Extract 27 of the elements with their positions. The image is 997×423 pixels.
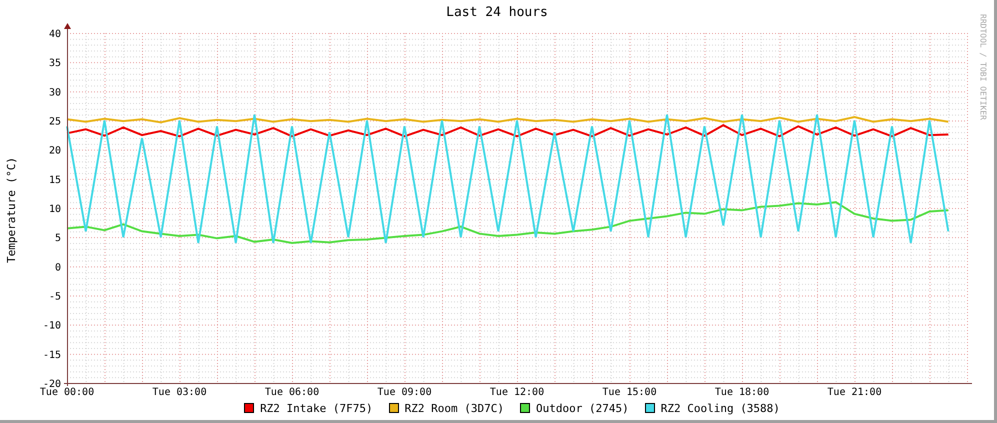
axis-label: 0 [54, 262, 61, 274]
legend-label: RZ2 Cooling (3588) [660, 402, 780, 414]
axis-label: 35 [48, 58, 61, 70]
axis-label: Tue 21:00 [827, 387, 882, 397]
axis-label: 10 [48, 204, 61, 215]
axis-label: -10 [42, 320, 61, 332]
axis-title: Temperature (°C) [4, 156, 18, 262]
axis-label: Tue 15:00 [602, 387, 657, 397]
axis-label: Tue 03:00 [152, 387, 207, 397]
axis-label: 20 [48, 146, 61, 157]
axis-label: 15 [48, 174, 61, 186]
axis-label: 40 [48, 29, 61, 40]
axis-label: 30 [48, 87, 61, 98]
axis-label: 25 [48, 116, 61, 128]
axis-label: Tue 06:00 [264, 387, 320, 397]
axis-label: Tue 12:00 [490, 387, 544, 397]
axis-label: Tue 18:00 [714, 387, 770, 397]
credit-text: RRDTOOL / TOBI OETIKER [978, 14, 988, 120]
axis-label: Tue 00:00 [40, 387, 94, 397]
legend-label: RZ2 Room (3D7C) [404, 402, 504, 414]
legend-label: RZ2 Intake (7F75) [260, 402, 373, 414]
axis-label: -15 [42, 350, 61, 361]
axis-label: -5 [48, 292, 61, 302]
chart-title: Last 24 hours [446, 4, 548, 22]
axis-label: 5 [54, 233, 61, 244]
axis-label: Tue 09:00 [377, 387, 432, 397]
legend-label: Outdoor (2745) [536, 402, 629, 414]
